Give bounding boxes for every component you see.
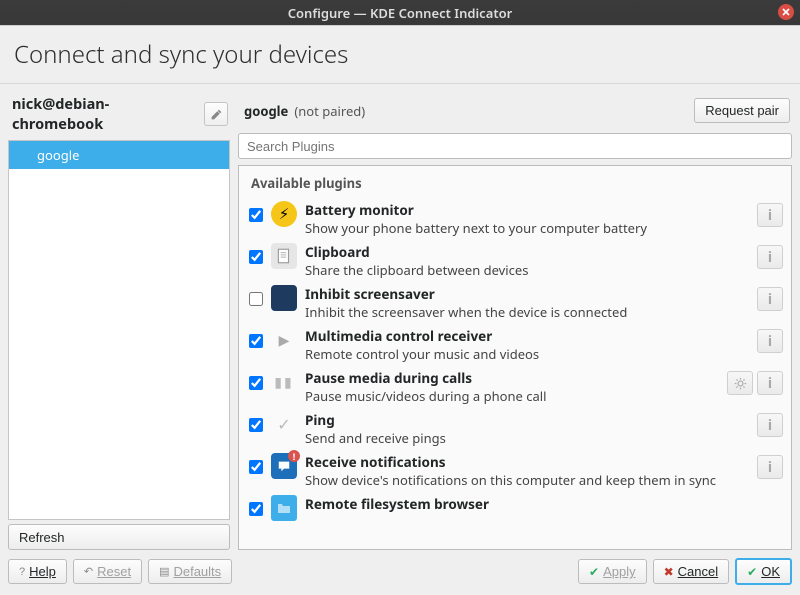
search-plugins-input[interactable]: [238, 133, 792, 159]
document-icon: ▤: [159, 565, 169, 578]
plugin-checkbox[interactable]: [249, 418, 263, 432]
plugin-row: Receive notifications Show device's noti…: [249, 450, 783, 492]
device-name: google: [244, 102, 288, 120]
plugin-row: ⚡ Battery monitor Show your phone batter…: [249, 198, 783, 240]
dialog-footer: ?Help ↶Reset ▤Defaults ✔Apply ✖Cancel ✔O…: [0, 550, 800, 595]
plugin-info-button[interactable]: i: [757, 455, 783, 479]
plugin-row: ▶ Multimedia control receiver Remote con…: [249, 324, 783, 366]
plugin-desc: Show device's notifications on this comp…: [305, 471, 749, 489]
plugin-title: Remote filesystem browser: [305, 495, 783, 513]
device-list[interactable]: google: [8, 140, 230, 520]
gear-icon: [734, 377, 747, 390]
cancel-button[interactable]: ✖Cancel: [653, 559, 730, 584]
plugin-info-button[interactable]: i: [757, 413, 783, 437]
plugin-title: Clipboard: [305, 243, 749, 261]
plugin-info-button[interactable]: i: [757, 245, 783, 269]
plugin-checkbox[interactable]: [249, 250, 263, 264]
device-status: (not paired): [294, 102, 365, 120]
plugin-row: ✓ Ping Send and receive pings i: [249, 408, 783, 450]
sidebar-user-row: nick@debian-chromebook: [8, 90, 230, 140]
defaults-button[interactable]: ▤Defaults: [148, 559, 232, 584]
plugin-desc: Share the clipboard between devices: [305, 261, 749, 279]
check-icon: ✔: [747, 565, 757, 579]
plugin-desc: Inhibit the screensaver when the device …: [305, 303, 749, 321]
plugin-desc: Send and receive pings: [305, 429, 749, 447]
plugin-checkbox[interactable]: [249, 460, 263, 474]
plugin-desc: Remote control your music and videos: [305, 345, 749, 363]
plugin-title: Multimedia control receiver: [305, 327, 749, 345]
plugin-title: Battery monitor: [305, 201, 749, 219]
pause-icon: ▮▮: [271, 369, 297, 395]
plugin-checkbox[interactable]: [249, 502, 263, 516]
plugin-info-button[interactable]: i: [757, 203, 783, 227]
window-close-button[interactable]: [778, 4, 794, 20]
plugin-checkbox[interactable]: [249, 208, 263, 222]
folder-icon: [271, 495, 297, 521]
username-label: nick@debian-chromebook: [12, 94, 198, 134]
plugin-title: Receive notifications: [305, 453, 749, 471]
plugin-info-button[interactable]: i: [757, 287, 783, 311]
pencil-icon: [210, 108, 223, 121]
plugin-row: Clipboard Share the clipboard between de…: [249, 240, 783, 282]
undo-icon: ↶: [84, 565, 93, 578]
titlebar: Configure — KDE Connect Indicator: [0, 0, 800, 25]
clipboard-icon: [271, 243, 297, 269]
battery-icon: ⚡: [271, 201, 297, 227]
plugin-checkbox[interactable]: [249, 376, 263, 390]
plugin-row: Inhibit screensaver Inhibit the screensa…: [249, 282, 783, 324]
plugin-desc: Show your phone battery next to your com…: [305, 219, 749, 237]
plugin-row: Remote filesystem browser: [249, 492, 783, 524]
notification-icon: [271, 453, 297, 479]
device-list-item[interactable]: google: [9, 141, 229, 169]
check-icon: ✓: [271, 411, 297, 437]
request-pair-button[interactable]: Request pair: [694, 98, 790, 123]
window-title: Configure — KDE Connect Indicator: [288, 4, 513, 22]
plugin-info-button[interactable]: i: [757, 329, 783, 353]
refresh-button[interactable]: Refresh: [8, 524, 230, 550]
plugin-info-button[interactable]: i: [757, 371, 783, 395]
plugin-scroll-area[interactable]: Available plugins ⚡ Battery monitor Show…: [239, 166, 791, 549]
help-icon: ?: [19, 566, 25, 578]
page-title: Connect and sync your devices: [0, 26, 800, 84]
plugin-frame: Available plugins ⚡ Battery monitor Show…: [238, 165, 792, 550]
x-icon: ✖: [664, 565, 674, 579]
device-header: google (not paired) Request pair: [238, 90, 792, 133]
main-panel: google (not paired) Request pair Availab…: [238, 90, 792, 550]
help-button[interactable]: ?Help: [8, 559, 67, 584]
plugin-title: Inhibit screensaver: [305, 285, 749, 303]
plugin-title: Pause media during calls: [305, 369, 719, 387]
sidebar: nick@debian-chromebook google Refresh: [8, 90, 230, 550]
ok-button[interactable]: ✔OK: [735, 558, 792, 585]
play-icon: ▶: [271, 327, 297, 353]
plugin-checkbox[interactable]: [249, 334, 263, 348]
plugin-settings-button[interactable]: [727, 371, 753, 395]
reset-button[interactable]: ↶Reset: [73, 559, 142, 584]
plugin-row: ▮▮ Pause media during calls Pause music/…: [249, 366, 783, 408]
window-body: Connect and sync your devices nick@debia…: [0, 25, 800, 595]
edit-username-button[interactable]: [204, 102, 228, 126]
plugin-desc: Pause music/videos during a phone call: [305, 387, 719, 405]
check-icon: ✔: [589, 565, 599, 579]
content-area: nick@debian-chromebook google Refresh go…: [0, 84, 800, 550]
apply-button[interactable]: ✔Apply: [578, 559, 647, 584]
plugins-section-title: Available plugins: [249, 172, 783, 198]
plugin-title: Ping: [305, 411, 749, 429]
monitor-icon: [271, 285, 297, 311]
plugin-checkbox[interactable]: [249, 292, 263, 306]
